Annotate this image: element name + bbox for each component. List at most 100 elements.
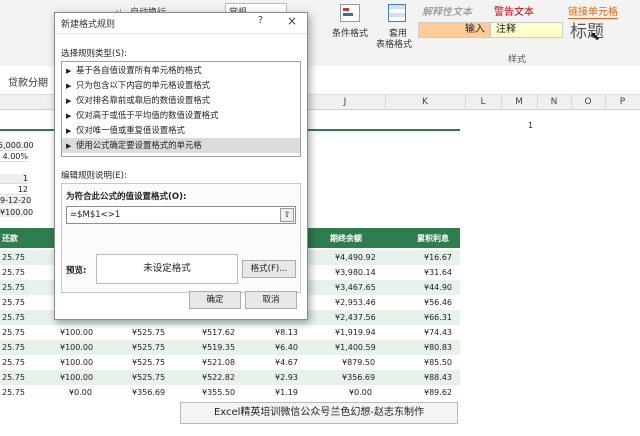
cell[interactable]: ¥85.50 [424, 358, 452, 367]
cell[interactable]: ¥879.50 [342, 358, 375, 367]
rule-type-label: 基于各自值设置所有单元格的格式 [76, 65, 202, 75]
rule-type-item[interactable]: ▶ 仅对排名靠前或靠后的数值设置格式 [62, 93, 300, 108]
formula-label: 为符合此公式的值设置格式(O): [66, 192, 187, 202]
cell[interactable]: ¥4.67 [275, 358, 298, 367]
left-value[interactable]: 1 [0, 174, 28, 184]
cell[interactable]: 25.75 [2, 343, 25, 352]
cell[interactable]: ¥66.31 [424, 313, 452, 322]
cell[interactable]: ¥525.75 [132, 343, 165, 352]
cell[interactable]: ¥3,980.14 [335, 268, 376, 277]
cell[interactable]: ¥2,953.46 [335, 298, 376, 307]
column-header-m[interactable]: M [501, 95, 538, 109]
cell[interactable]: ¥31.64 [424, 268, 452, 277]
cell[interactable]: ¥1,400.59 [335, 343, 376, 352]
cell[interactable]: ¥1.19 [275, 388, 298, 397]
cell[interactable]: ¥519.35 [202, 343, 235, 352]
left-value[interactable]: 12 [0, 185, 28, 195]
cell[interactable]: ¥525.75 [132, 358, 165, 367]
cell[interactable]: ¥355.50 [202, 388, 235, 397]
cell[interactable]: ¥88.43 [424, 373, 452, 382]
help-icon[interactable]: ? [258, 15, 263, 26]
new-format-rule-dialog: 新建格式规则 ? × 选择规则类型(S): ▶ 基于各自值设置所有单元格的格式 ▶… [54, 12, 308, 320]
triangle-right-icon: ▶ [66, 97, 72, 105]
column-header-p[interactable]: P [605, 95, 640, 109]
cell[interactable]: ¥522.82 [202, 373, 235, 382]
left-value[interactable]: 5,000.00 [0, 141, 34, 151]
cell[interactable]: 25.75 [2, 268, 25, 277]
style-note[interactable]: 注释 [490, 22, 563, 38]
left-value[interactable]: 4.00% [0, 152, 28, 162]
column-header-o[interactable]: O [571, 95, 606, 109]
rule-type-item[interactable]: ▶ 只为包含以下内容的单元格设置格式 [62, 78, 300, 93]
cell[interactable]: ¥16.67 [424, 253, 452, 262]
cell[interactable]: ¥356.69 [342, 373, 375, 382]
cell[interactable]: ¥8.13 [275, 328, 298, 337]
cell[interactable]: ¥89.62 [424, 388, 452, 397]
cell[interactable]: ¥74.43 [424, 328, 452, 337]
header-ending-balance: 期终余额 [330, 234, 362, 243]
sheet-tab-title[interactable]: 贷款分期 [8, 74, 48, 89]
range-select-icon[interactable]: ⇧ [280, 208, 294, 222]
rule-type-item[interactable]: ▶ 基于各自值设置所有单元格的格式 [62, 63, 300, 78]
rule-type-label: 仅对高于或低于平均值的数值设置格式 [76, 110, 219, 120]
rule-type-label: 仅对排名靠前或靠后的数值设置格式 [76, 95, 210, 105]
cell[interactable]: 25.75 [2, 358, 25, 367]
conditional-format-icon [340, 4, 360, 22]
left-value-100[interactable]: ¥100.00 [0, 208, 33, 217]
style-explanatory[interactable]: 解释性文本 [422, 3, 472, 18]
ok-button[interactable]: 确定 [189, 291, 241, 309]
cell[interactable]: ¥517.62 [202, 328, 235, 337]
cell[interactable]: ¥0.00 [349, 388, 372, 397]
cell[interactable]: ¥356.69 [132, 388, 165, 397]
conditional-format-button[interactable]: 条件格式 [330, 2, 370, 46]
cell[interactable]: ¥44.90 [424, 283, 452, 292]
cell[interactable]: 25.75 [2, 388, 25, 397]
rule-type-item[interactable]: ▶ 仅对唯一值或重复值设置格式 [62, 123, 300, 138]
dialog-titlebar[interactable]: 新建格式规则 ? × [55, 13, 307, 34]
style-input[interactable]: 输入 [418, 22, 490, 38]
cell[interactable]: ¥6.40 [275, 343, 298, 352]
cancel-button[interactable]: 取消 [245, 291, 297, 309]
table-icon [388, 4, 406, 22]
cell[interactable]: 25.75 [2, 328, 25, 337]
rule-type-list: ▶ 基于各自值设置所有单元格的格式 ▶ 只为包含以下内容的单元格设置格式 ▶ 仅对排名… [61, 61, 301, 157]
formula-value: =$M$1<>1 [70, 210, 121, 220]
cell[interactable]: ¥2.93 [275, 373, 298, 382]
cell[interactable]: 25.75 [2, 373, 25, 382]
rule-type-item-selected[interactable]: ▶ 使用公式确定要设置格式的单元格 [62, 138, 300, 153]
cell[interactable]: ¥525.75 [132, 328, 165, 337]
cell[interactable]: ¥56.46 [424, 298, 452, 307]
column-header-j[interactable]: J [305, 95, 386, 109]
cell[interactable]: ¥80.83 [424, 343, 452, 352]
header-cumulative-interest: 累积利息 [417, 234, 449, 243]
cell[interactable]: 25.75 [2, 313, 25, 322]
cell[interactable]: ¥4,490.92 [335, 253, 376, 262]
format-as-table-button[interactable]: 套用 表格格式 [376, 2, 416, 50]
column-header-k[interactable]: K [385, 95, 466, 109]
cell[interactable]: ¥525.75 [132, 373, 165, 382]
format-as-table-label2: 表格格式 [376, 40, 413, 50]
watermark-caption: Excel精英培训微信公众号兰色幻想-赵志东制作 [180, 402, 458, 424]
cell[interactable]: ¥100.00 [60, 358, 93, 367]
left-value[interactable]: 9-12-20 [0, 196, 31, 205]
cell[interactable]: ¥100.00 [60, 373, 93, 382]
column-header-l[interactable]: L [465, 95, 502, 109]
rule-type-item[interactable]: ▶ 仅对高于或低于平均值的数值设置格式 [62, 108, 300, 123]
cell[interactable]: ¥1,919.94 [335, 328, 376, 337]
cell[interactable]: ¥100.00 [60, 328, 93, 337]
style-warning[interactable]: 警告文本 [494, 3, 534, 18]
cell[interactable]: ¥0.00 [69, 388, 92, 397]
close-icon[interactable]: × [287, 14, 297, 28]
cell[interactable]: ¥3,467.65 [335, 283, 376, 292]
cell[interactable]: ¥521.08 [202, 358, 235, 367]
cell[interactable]: 25.75 [2, 283, 25, 292]
formula-input[interactable]: =$M$1<>1 ⇧ [66, 206, 296, 224]
column-header-n[interactable]: N [537, 95, 572, 109]
cell[interactable]: ¥2,437.56 [335, 313, 376, 322]
format-button[interactable]: 格式(F)... [242, 260, 296, 278]
cell[interactable]: 25.75 [2, 298, 25, 307]
cell[interactable]: 25.75 [2, 253, 25, 262]
cell[interactable]: ¥100.00 [60, 343, 93, 352]
cell-m1[interactable]: 1 [528, 121, 533, 130]
conditional-format-label: 条件格式 [332, 29, 369, 39]
